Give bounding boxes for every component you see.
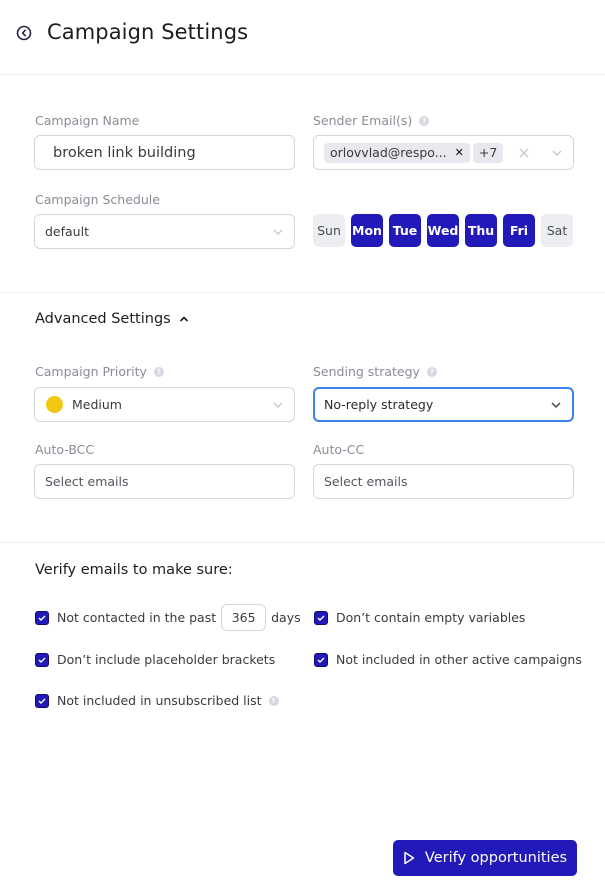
auto-bcc-label: Auto-BCC	[35, 442, 94, 457]
campaign-schedule-select[interactable]: default	[34, 214, 295, 249]
campaign-name-label: Campaign Name	[35, 113, 139, 128]
check-icon	[38, 698, 46, 704]
day-mon[interactable]: Mon	[351, 214, 383, 247]
campaign-name-input[interactable]: broken link building	[34, 135, 295, 170]
auto-bcc-input[interactable]: Select emails	[34, 464, 295, 499]
check-icon	[317, 657, 325, 663]
empty-variables-label: Don’t contain empty variables	[336, 610, 526, 625]
check-icon	[38, 615, 46, 621]
campaign-priority-label: Campaign Priority ?	[35, 364, 164, 379]
chevron-down-icon	[551, 402, 561, 409]
day-thu[interactable]: Thu	[465, 214, 497, 247]
chevron-down-icon	[273, 229, 283, 235]
verify-opportunities-label: Verify opportunities	[424, 850, 568, 866]
auto-bcc-label-text: Auto-BCC	[35, 442, 95, 457]
campaign-schedule-label: Campaign Schedule	[35, 192, 160, 207]
sending-strategy-label: Sending strategy ?	[313, 364, 437, 379]
campaign-priority-value: Medium	[72, 397, 122, 412]
campaign-name-value: broken link building	[53, 144, 196, 161]
placeholder-brackets-label: Don’t include placeholder brackets	[57, 652, 276, 667]
sender-emails-label-text: Sender Email(s)	[313, 113, 413, 128]
day-fri[interactable]: Fri	[503, 214, 535, 247]
auto-cc-label-text: Auto-CC	[313, 442, 365, 457]
remove-tag-icon[interactable]: ✕	[455, 146, 464, 159]
advanced-settings-toggle[interactable]: Advanced Settings	[35, 311, 189, 327]
divider	[0, 292, 605, 293]
chevron-down-icon	[273, 402, 283, 408]
campaign-name-label-text: Campaign Name	[35, 113, 140, 128]
chevron-up-icon	[179, 316, 188, 322]
campaign-schedule-value: default	[45, 224, 89, 239]
divider	[0, 542, 605, 543]
chevron-down-icon[interactable]	[551, 147, 563, 159]
not-contacted-prefix: Not contacted in the past	[57, 610, 217, 625]
page-header: Campaign Settings	[0, 0, 605, 75]
sender-email-tag: orlovvlad@respo... ✕	[324, 142, 470, 163]
check-icon	[38, 657, 46, 663]
auto-cc-placeholder: Select emails	[324, 474, 408, 489]
day-sun[interactable]: Sun	[313, 214, 345, 247]
sender-emails-label: Sender Email(s) ?	[313, 113, 430, 128]
verify-title: Verify emails to make sure:	[35, 562, 233, 578]
back-icon[interactable]	[16, 25, 32, 41]
day-wed[interactable]: Wed	[427, 214, 459, 247]
auto-bcc-placeholder: Select emails	[45, 474, 129, 489]
page-title: Campaign Settings	[47, 20, 249, 44]
day-tue[interactable]: Tue	[389, 214, 421, 247]
priority-color-dot	[46, 396, 63, 413]
sender-email-tag-text: orlovvlad@respo...	[330, 145, 447, 160]
play-icon	[404, 851, 415, 865]
auto-cc-input[interactable]: Select emails	[313, 464, 574, 499]
auto-cc-label: Auto-CC	[313, 442, 364, 457]
more-senders-tag[interactable]: +7	[472, 142, 504, 163]
clear-icon[interactable]	[519, 148, 529, 158]
unsubscribed-row: Not included in unsubscribed list ?	[35, 693, 279, 708]
campaign-priority-label-text: Campaign Priority	[35, 364, 147, 379]
not-contacted-row: Not contacted in the past 365 days	[35, 604, 301, 631]
advanced-settings-title: Advanced Settings	[35, 311, 171, 327]
placeholder-brackets-row: Don’t include placeholder brackets	[35, 652, 275, 667]
unsubscribed-checkbox[interactable]	[35, 693, 49, 708]
days-input[interactable]: 365	[221, 604, 267, 631]
empty-variables-row: Don’t contain empty variables	[314, 610, 525, 625]
help-icon[interactable]: ?	[419, 115, 430, 126]
check-icon	[317, 615, 325, 621]
campaign-schedule-label-text: Campaign Schedule	[35, 192, 160, 207]
other-campaigns-label: Not included in other active campaigns	[336, 652, 582, 667]
verify-opportunities-button[interactable]: Verify opportunities	[393, 840, 577, 876]
placeholder-brackets-checkbox[interactable]	[35, 652, 49, 667]
sender-emails-select[interactable]: orlovvlad@respo... ✕ +7	[313, 135, 574, 170]
other-campaigns-checkbox[interactable]	[314, 652, 328, 667]
unsubscribed-label: Not included in unsubscribed list	[57, 693, 262, 708]
sending-strategy-label-text: Sending strategy	[313, 364, 420, 379]
campaign-priority-select[interactable]: Medium	[34, 387, 295, 422]
sending-strategy-value: No-reply strategy	[324, 397, 434, 412]
not-contacted-checkbox[interactable]	[35, 610, 49, 625]
help-icon[interactable]: ?	[426, 366, 437, 377]
empty-variables-checkbox[interactable]	[314, 610, 328, 625]
help-icon[interactable]: ?	[153, 366, 164, 377]
help-icon[interactable]: ?	[268, 695, 279, 706]
sending-strategy-select[interactable]: No-reply strategy	[313, 387, 574, 422]
other-campaigns-row: Not included in other active campaigns	[314, 652, 582, 667]
not-contacted-suffix: days	[271, 610, 301, 625]
day-sat[interactable]: Sat	[541, 214, 573, 247]
